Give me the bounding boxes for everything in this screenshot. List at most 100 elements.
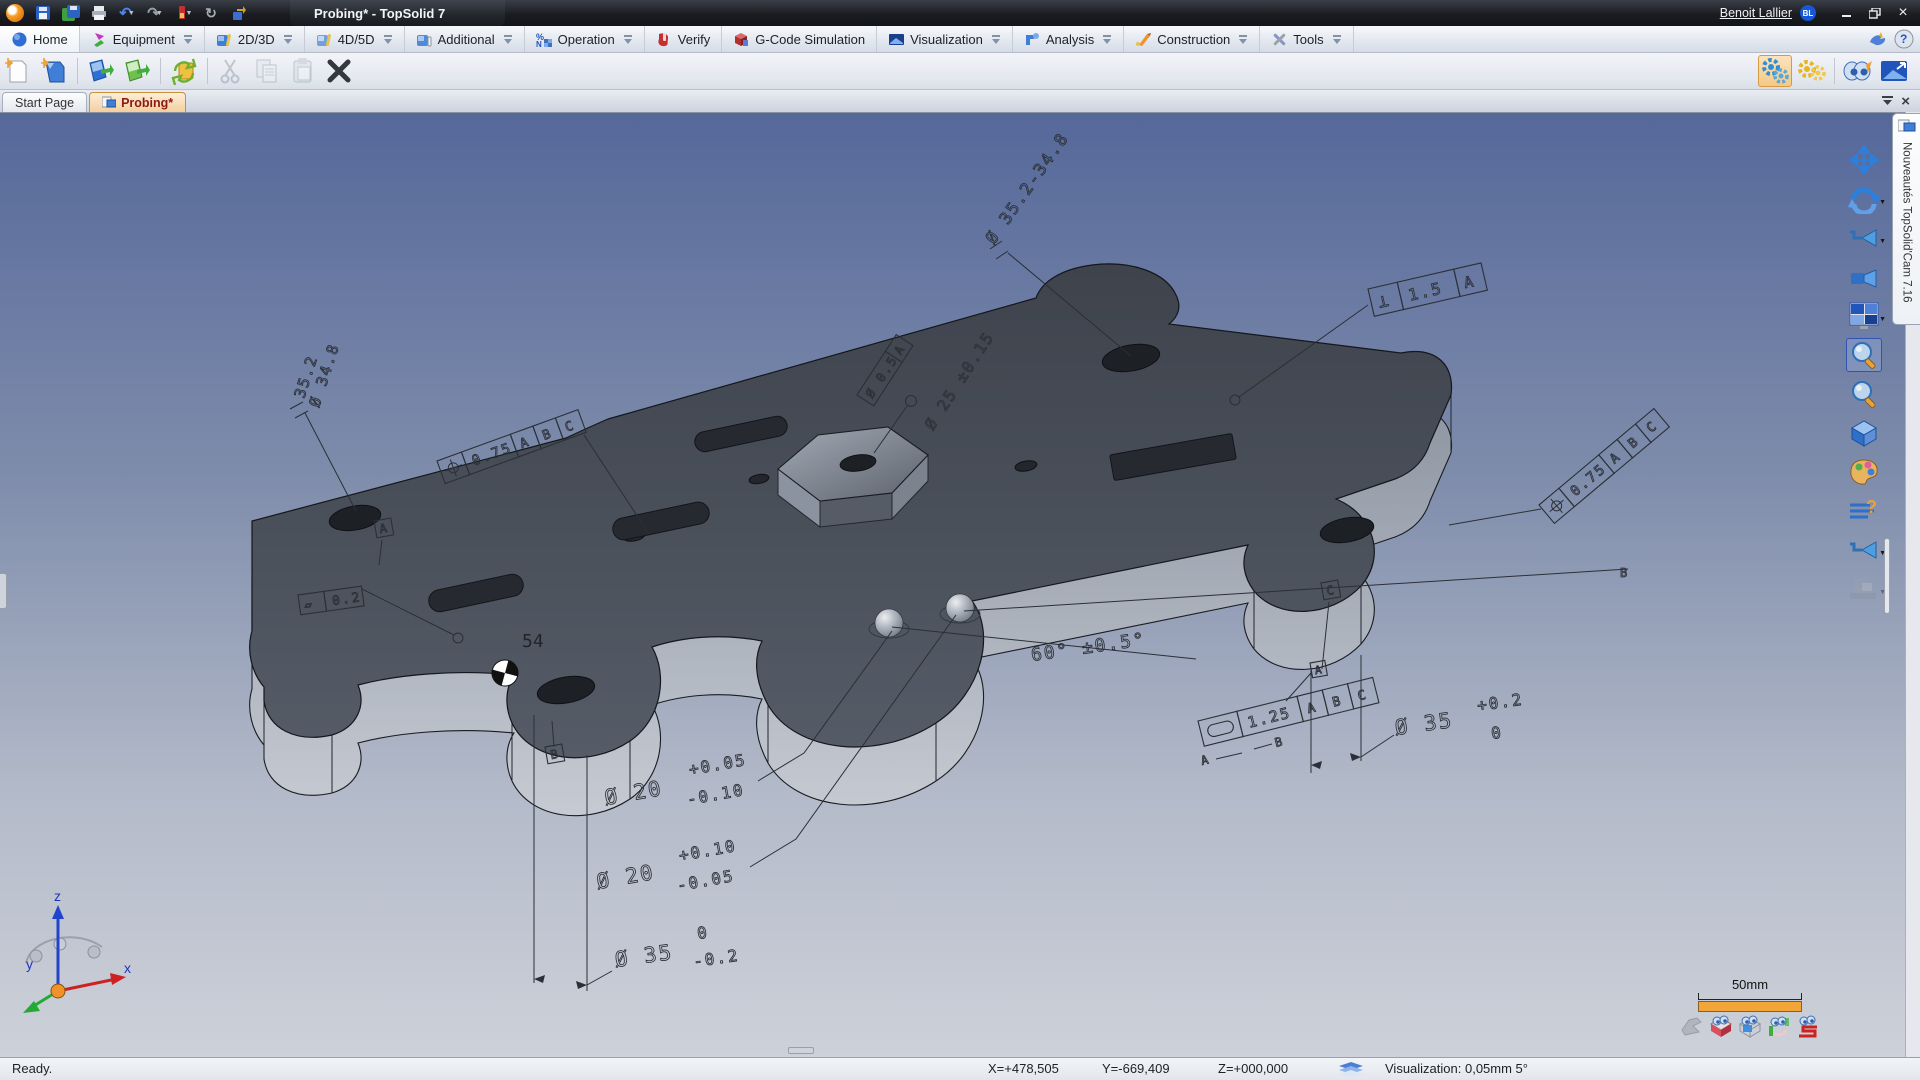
menu-tools[interactable]: Tools <box>1260 26 1353 52</box>
zoom-icon[interactable] <box>1846 377 1882 411</box>
operations-gears-icon[interactable] <box>1794 55 1828 87</box>
undo-icon[interactable]: ↶▼ <box>116 3 138 23</box>
news-panel-tab[interactable]: Nouveautés TopSolid'Cam 7.16 <box>1892 113 1920 325</box>
status-bar: Ready. X=+478,505 Y=-669,409 Z=+000,000 … <box>0 1057 1920 1080</box>
convert-document-icon[interactable] <box>167 55 201 87</box>
import-document-icon[interactable] <box>120 55 154 87</box>
chevron-down-icon[interactable] <box>991 32 1001 47</box>
chevron-down-icon[interactable] <box>623 32 633 47</box>
tab-label: Probing* <box>121 96 173 110</box>
scene-svg: Ø 35.2-34.8 ⊥ 1.5 A 35.2 Ø 34.8 0.75 <box>6 113 1905 1058</box>
tab-list-icon[interactable] <box>1882 96 1893 108</box>
toolpath-visibility-icon[interactable] <box>1794 1011 1822 1039</box>
verify-icon <box>656 31 673 48</box>
slot-symbol <box>1206 720 1234 738</box>
copy-icon[interactable] <box>250 55 284 87</box>
pan-icon[interactable] <box>1846 143 1882 177</box>
menu-operation[interactable]: %N Operation <box>525 26 645 52</box>
menu-gcode-simulation[interactable]: G-Code Simulation <box>722 26 877 52</box>
walk-camera-icon[interactable] <box>1846 260 1882 294</box>
origin-label: 54 <box>522 631 544 652</box>
tab-start-page[interactable]: Start Page <box>2 92 87 112</box>
watch-icon[interactable] <box>1841 55 1875 87</box>
svg-text:C: C <box>1356 687 1369 704</box>
help-icon[interactable]: ? <box>1894 29 1914 49</box>
save-icon[interactable] <box>32 3 54 23</box>
new-template-icon[interactable] <box>37 55 71 87</box>
bottom-splitter-grip[interactable] <box>788 1047 814 1054</box>
3d-viewport[interactable]: Ø 35.2-34.8 ⊥ 1.5 A 35.2 Ø 34.8 0.75 <box>0 112 1905 1057</box>
chevron-down-icon[interactable] <box>283 32 293 47</box>
menu-2d3d[interactable]: 2D/3D <box>205 26 305 52</box>
menu-label: G-Code Simulation <box>755 32 865 47</box>
look-at-icon[interactable]: ▼ <box>1846 221 1882 255</box>
coordinate-z: Z=+000,000 <box>1218 1061 1288 1076</box>
fixture-icon[interactable] <box>1678 1011 1706 1039</box>
minimize-button[interactable] <box>1834 3 1860 23</box>
chevron-down-icon[interactable] <box>183 32 193 47</box>
part-body[interactable] <box>250 264 1452 816</box>
left-panel-grip[interactable] <box>0 573 7 609</box>
menu-equipment[interactable]: Equipment <box>80 26 205 52</box>
topsolid-logo-icon[interactable] <box>6 4 24 22</box>
open-document-icon[interactable] <box>84 55 118 87</box>
main-toolbar <box>0 53 1920 90</box>
close-tab-icon[interactable]: × <box>1901 94 1910 109</box>
panel-grip[interactable] <box>1884 538 1890 614</box>
home-icon <box>11 31 28 48</box>
axes-visibility-icon[interactable] <box>1765 1011 1793 1039</box>
svg-text:+0.05: +0.05 <box>687 750 748 779</box>
stock-visibility-icon[interactable] <box>1736 1011 1764 1039</box>
redo-icon[interactable]: ↷▼ <box>144 3 166 23</box>
cut-icon[interactable] <box>214 55 248 87</box>
print-icon[interactable] <box>88 3 110 23</box>
probe-sphere <box>875 609 903 637</box>
machine-icon[interactable]: ▼ <box>1846 572 1882 606</box>
layers-icon[interactable] <box>1337 1061 1365 1080</box>
chevron-down-icon[interactable] <box>503 32 513 47</box>
scale-label: 50mm <box>1698 977 1802 993</box>
fullscreen-icon[interactable] <box>1877 55 1911 87</box>
menu-label: Tools <box>1293 32 1323 47</box>
zoom-window-icon[interactable] <box>1846 338 1882 372</box>
status-message: Ready. <box>12 1061 52 1076</box>
visualization-setting[interactable]: Visualization: 0,05mm 5° <box>1385 1061 1528 1076</box>
delete-icon[interactable] <box>322 55 356 87</box>
machine-visibility-icon[interactable] <box>1707 1011 1735 1039</box>
svg-text:A: A <box>1462 272 1477 292</box>
multi-view-icon[interactable]: ▼ <box>1846 299 1882 333</box>
close-button[interactable]: × <box>1890 3 1916 23</box>
orbit-icon[interactable]: ▼ <box>1846 182 1882 216</box>
wizard-icon[interactable] <box>1868 29 1888 49</box>
chevron-down-icon[interactable] <box>1332 32 1342 47</box>
process-gears-icon[interactable] <box>1758 55 1792 87</box>
dim-left-hole: 35.2 Ø 34.8 <box>289 336 343 410</box>
user-account-link[interactable]: Benoit Lallier <box>1720 6 1792 20</box>
export-icon[interactable] <box>228 3 250 23</box>
menu-visualization[interactable]: Visualization <box>877 26 1013 52</box>
save-all-icon[interactable] <box>60 3 82 23</box>
menu-home[interactable]: Home <box>0 26 80 52</box>
help-lines-icon[interactable]: ? <box>1846 494 1882 528</box>
camera-icon[interactable]: ▼ <box>1846 533 1882 567</box>
menu-construction[interactable]: Construction <box>1124 26 1260 52</box>
render-style-icon[interactable] <box>1846 455 1882 489</box>
document-2d3d-icon <box>216 31 233 48</box>
measure-icon[interactable]: ▼ <box>172 3 194 23</box>
paste-icon[interactable] <box>286 55 320 87</box>
chevron-down-icon[interactable] <box>383 32 393 47</box>
chevron-down-icon[interactable] <box>1238 32 1248 47</box>
menu-analysis[interactable]: Analysis <box>1013 26 1124 52</box>
user-avatar[interactable]: BL <box>1800 5 1816 21</box>
fcf-position-right: 0.75 A B C <box>1539 409 1669 524</box>
new-document-icon[interactable] <box>1 55 35 87</box>
menu-additional[interactable]: Additional <box>405 26 525 52</box>
restore-button[interactable] <box>1862 3 1888 23</box>
menu-4d5d[interactable]: 4D/5D <box>305 26 405 52</box>
menu-verify[interactable]: Verify <box>645 26 723 52</box>
chevron-down-icon[interactable] <box>1102 32 1112 47</box>
refresh-icon[interactable]: ↻ <box>200 3 222 23</box>
isometric-view-icon[interactable] <box>1846 416 1882 450</box>
menu-bar: Home Equipment 2D/3D 4D/5D Additional %N… <box>0 26 1920 53</box>
tab-probing[interactable]: Probing* <box>89 92 186 112</box>
